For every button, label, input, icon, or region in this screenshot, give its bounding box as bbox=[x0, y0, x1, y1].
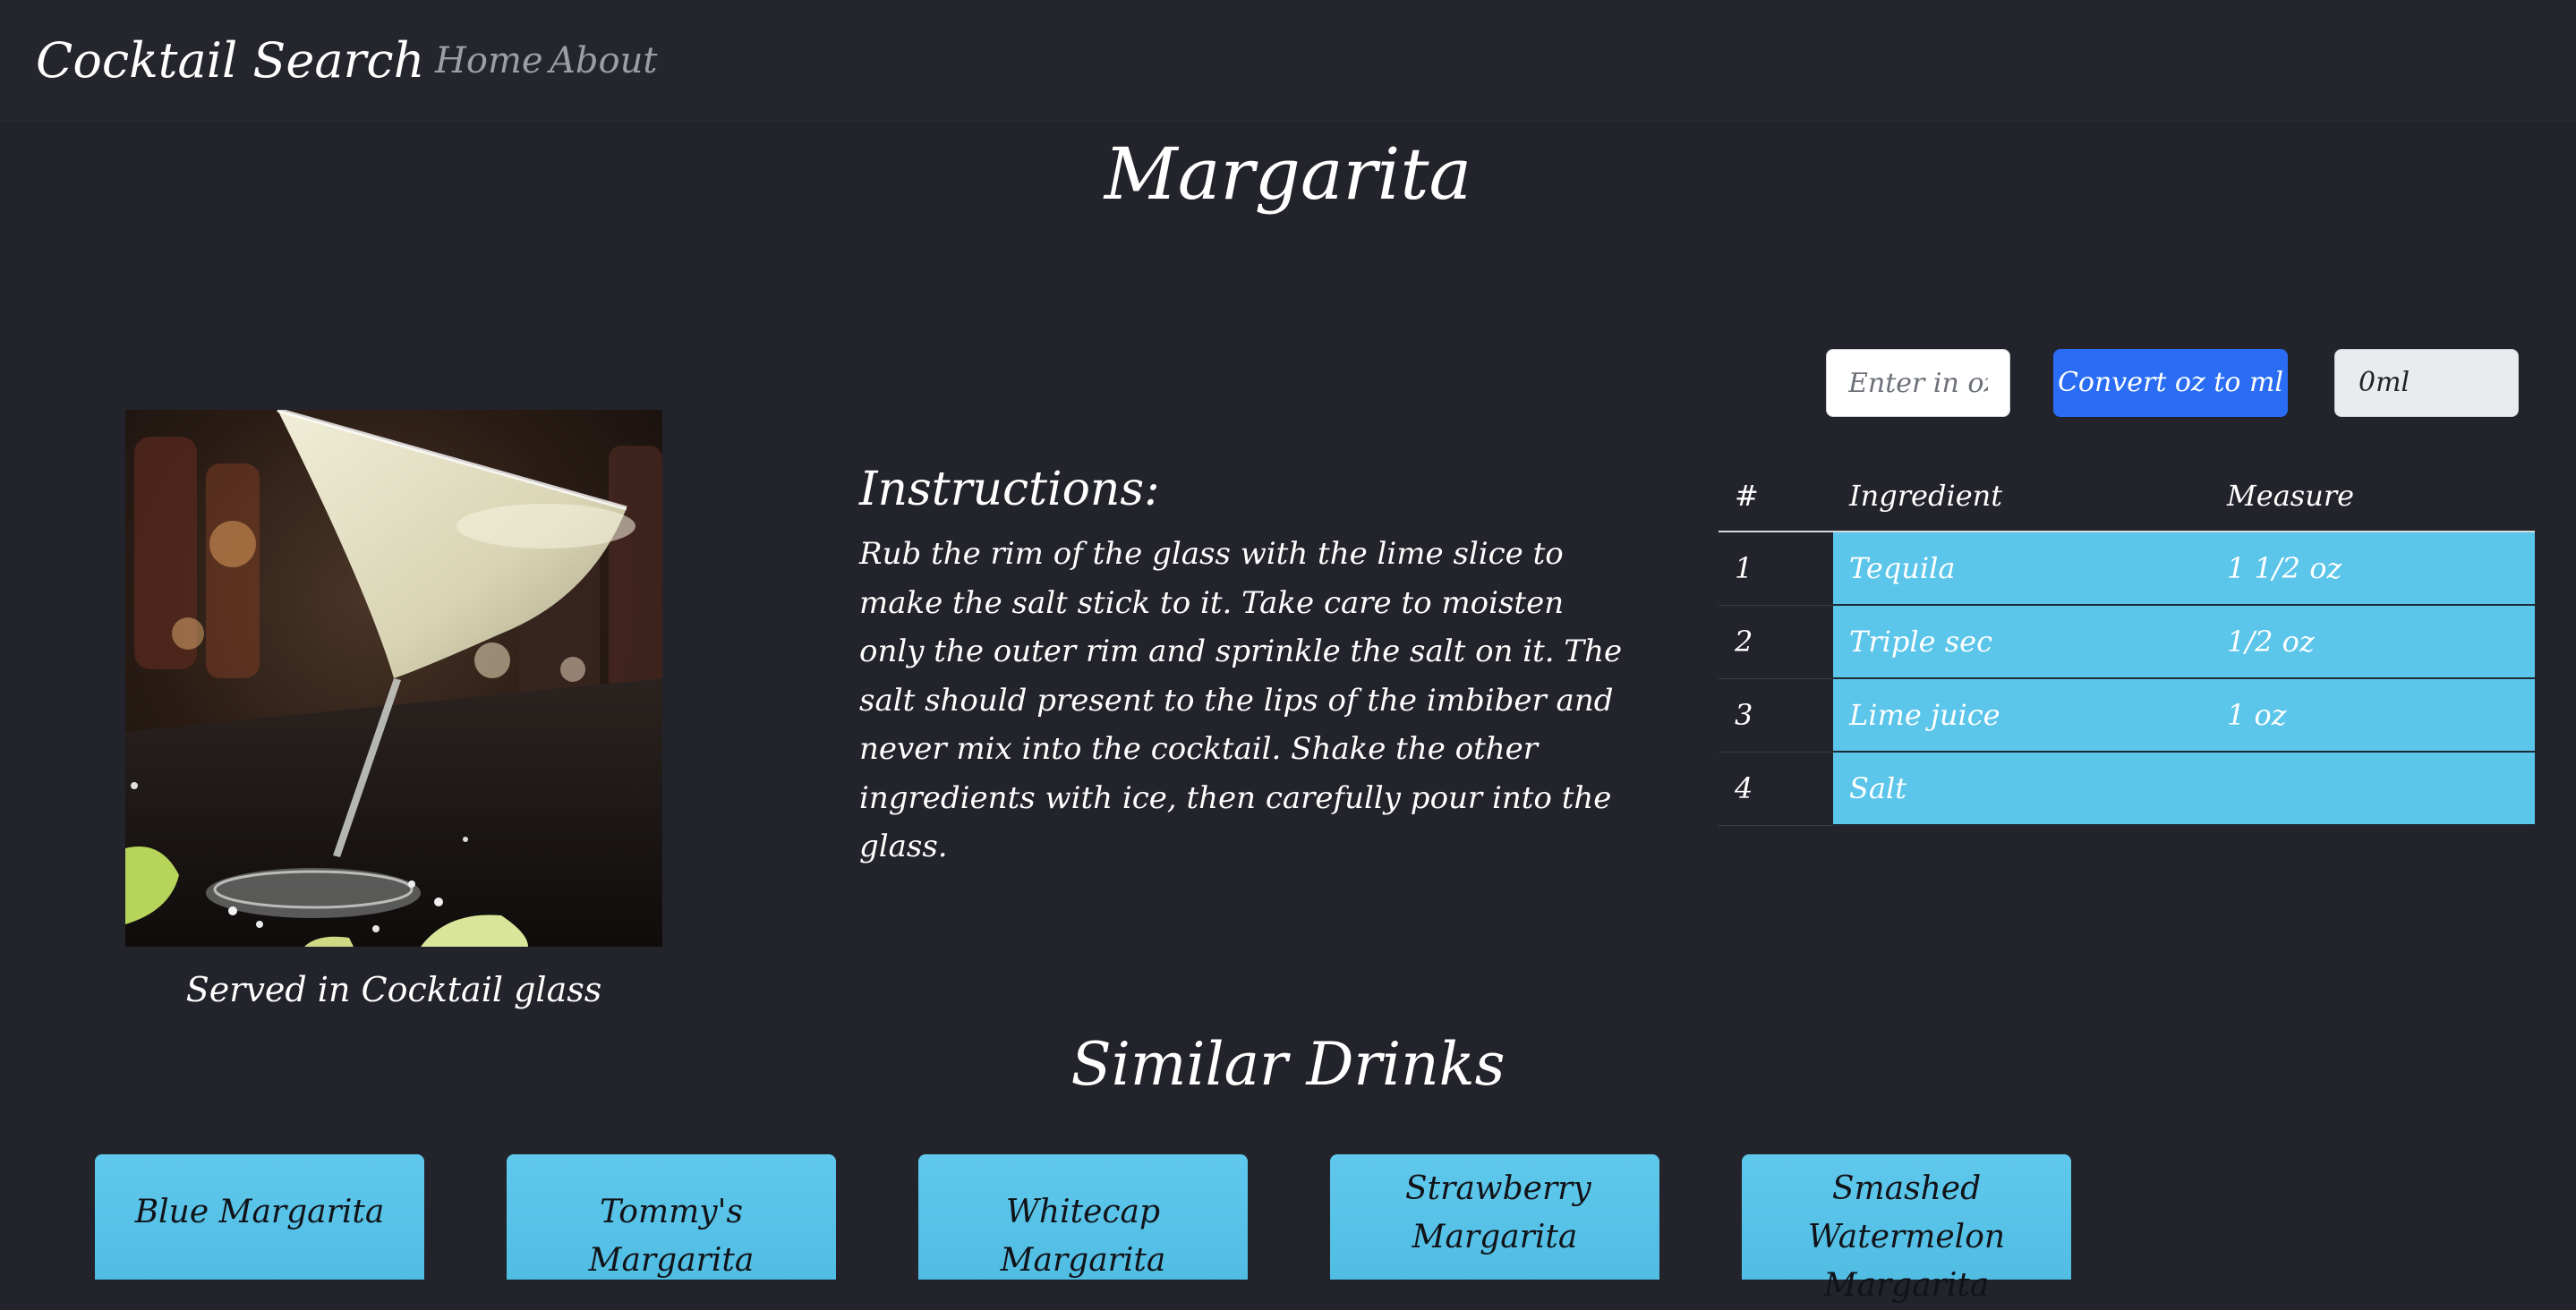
table-header-row: # Ingredient Measure bbox=[1719, 460, 2535, 532]
similar-drink-card[interactable]: Smashed Watermelon Margarita bbox=[1742, 1154, 2071, 1304]
row-number: 1 bbox=[1719, 532, 1833, 606]
row-ingredient: Lime juice bbox=[1833, 678, 2211, 753]
similar-drink-card[interactable]: Tommy's Margarita bbox=[507, 1154, 836, 1280]
nav-link-home[interactable]: Home bbox=[435, 34, 543, 88]
row-number: 2 bbox=[1719, 605, 1833, 679]
row-number: 3 bbox=[1719, 678, 1833, 753]
brand-link[interactable]: Cocktail Search bbox=[36, 27, 424, 95]
oz-input[interactable] bbox=[1826, 349, 2010, 417]
row-ingredient: Tequila bbox=[1833, 532, 2211, 606]
instructions-text: Rub the rim of the glass with the lime s… bbox=[859, 536, 1623, 864]
margarita-photo bbox=[125, 410, 662, 947]
similar-drink-name: Strawberry Margarita bbox=[1405, 1170, 1591, 1255]
row-measure bbox=[2211, 752, 2535, 826]
similar-drink-card[interactable]: Blue Margarita bbox=[95, 1154, 424, 1280]
row-ingredient: Triple sec bbox=[1833, 605, 2211, 679]
header-number: # bbox=[1719, 460, 1833, 532]
row-measure: 1/2 oz bbox=[2211, 605, 2535, 679]
page-title: Margarita bbox=[1104, 132, 1472, 216]
served-in-caption: Served in Cocktail glass bbox=[185, 970, 602, 1009]
header-measure: Measure bbox=[2211, 460, 2535, 532]
similar-drink-name: Blue Margarita bbox=[134, 1194, 385, 1230]
convert-button[interactable]: Convert oz to ml bbox=[2053, 349, 2288, 417]
table-row: 3 Lime juice 1 oz bbox=[1719, 678, 2535, 753]
table-row: 4 Salt bbox=[1719, 752, 2535, 826]
table-row: 1 Tequila 1 1/2 oz bbox=[1719, 532, 2535, 606]
ingredients-table: # Ingredient Measure 1 Tequila 1 1/2 oz … bbox=[1719, 460, 2535, 826]
row-measure: 1 oz bbox=[2211, 678, 2535, 753]
ml-output: 0ml bbox=[2334, 349, 2519, 417]
instructions-heading: Instructions: bbox=[859, 463, 1160, 516]
similar-drink-card[interactable]: Strawberry Margarita bbox=[1330, 1154, 1659, 1280]
nav-link-about[interactable]: About bbox=[550, 34, 657, 88]
row-measure: 1 1/2 oz bbox=[2211, 532, 2535, 606]
header-ingredient: Ingredient bbox=[1833, 460, 2211, 532]
similar-drink-card[interactable]: Whitecap Margarita bbox=[918, 1154, 1248, 1280]
row-number: 4 bbox=[1719, 752, 1833, 826]
drink-image bbox=[125, 410, 662, 947]
similar-drink-name: Smashed Watermelon Margarita bbox=[1807, 1170, 2006, 1304]
row-ingredient: Salt bbox=[1833, 752, 2211, 826]
similar-drinks-heading: Similar Drinks bbox=[1070, 1030, 1506, 1099]
navbar: Cocktail Search Home About bbox=[0, 0, 2576, 122]
table-row: 2 Triple sec 1/2 oz bbox=[1719, 605, 2535, 679]
